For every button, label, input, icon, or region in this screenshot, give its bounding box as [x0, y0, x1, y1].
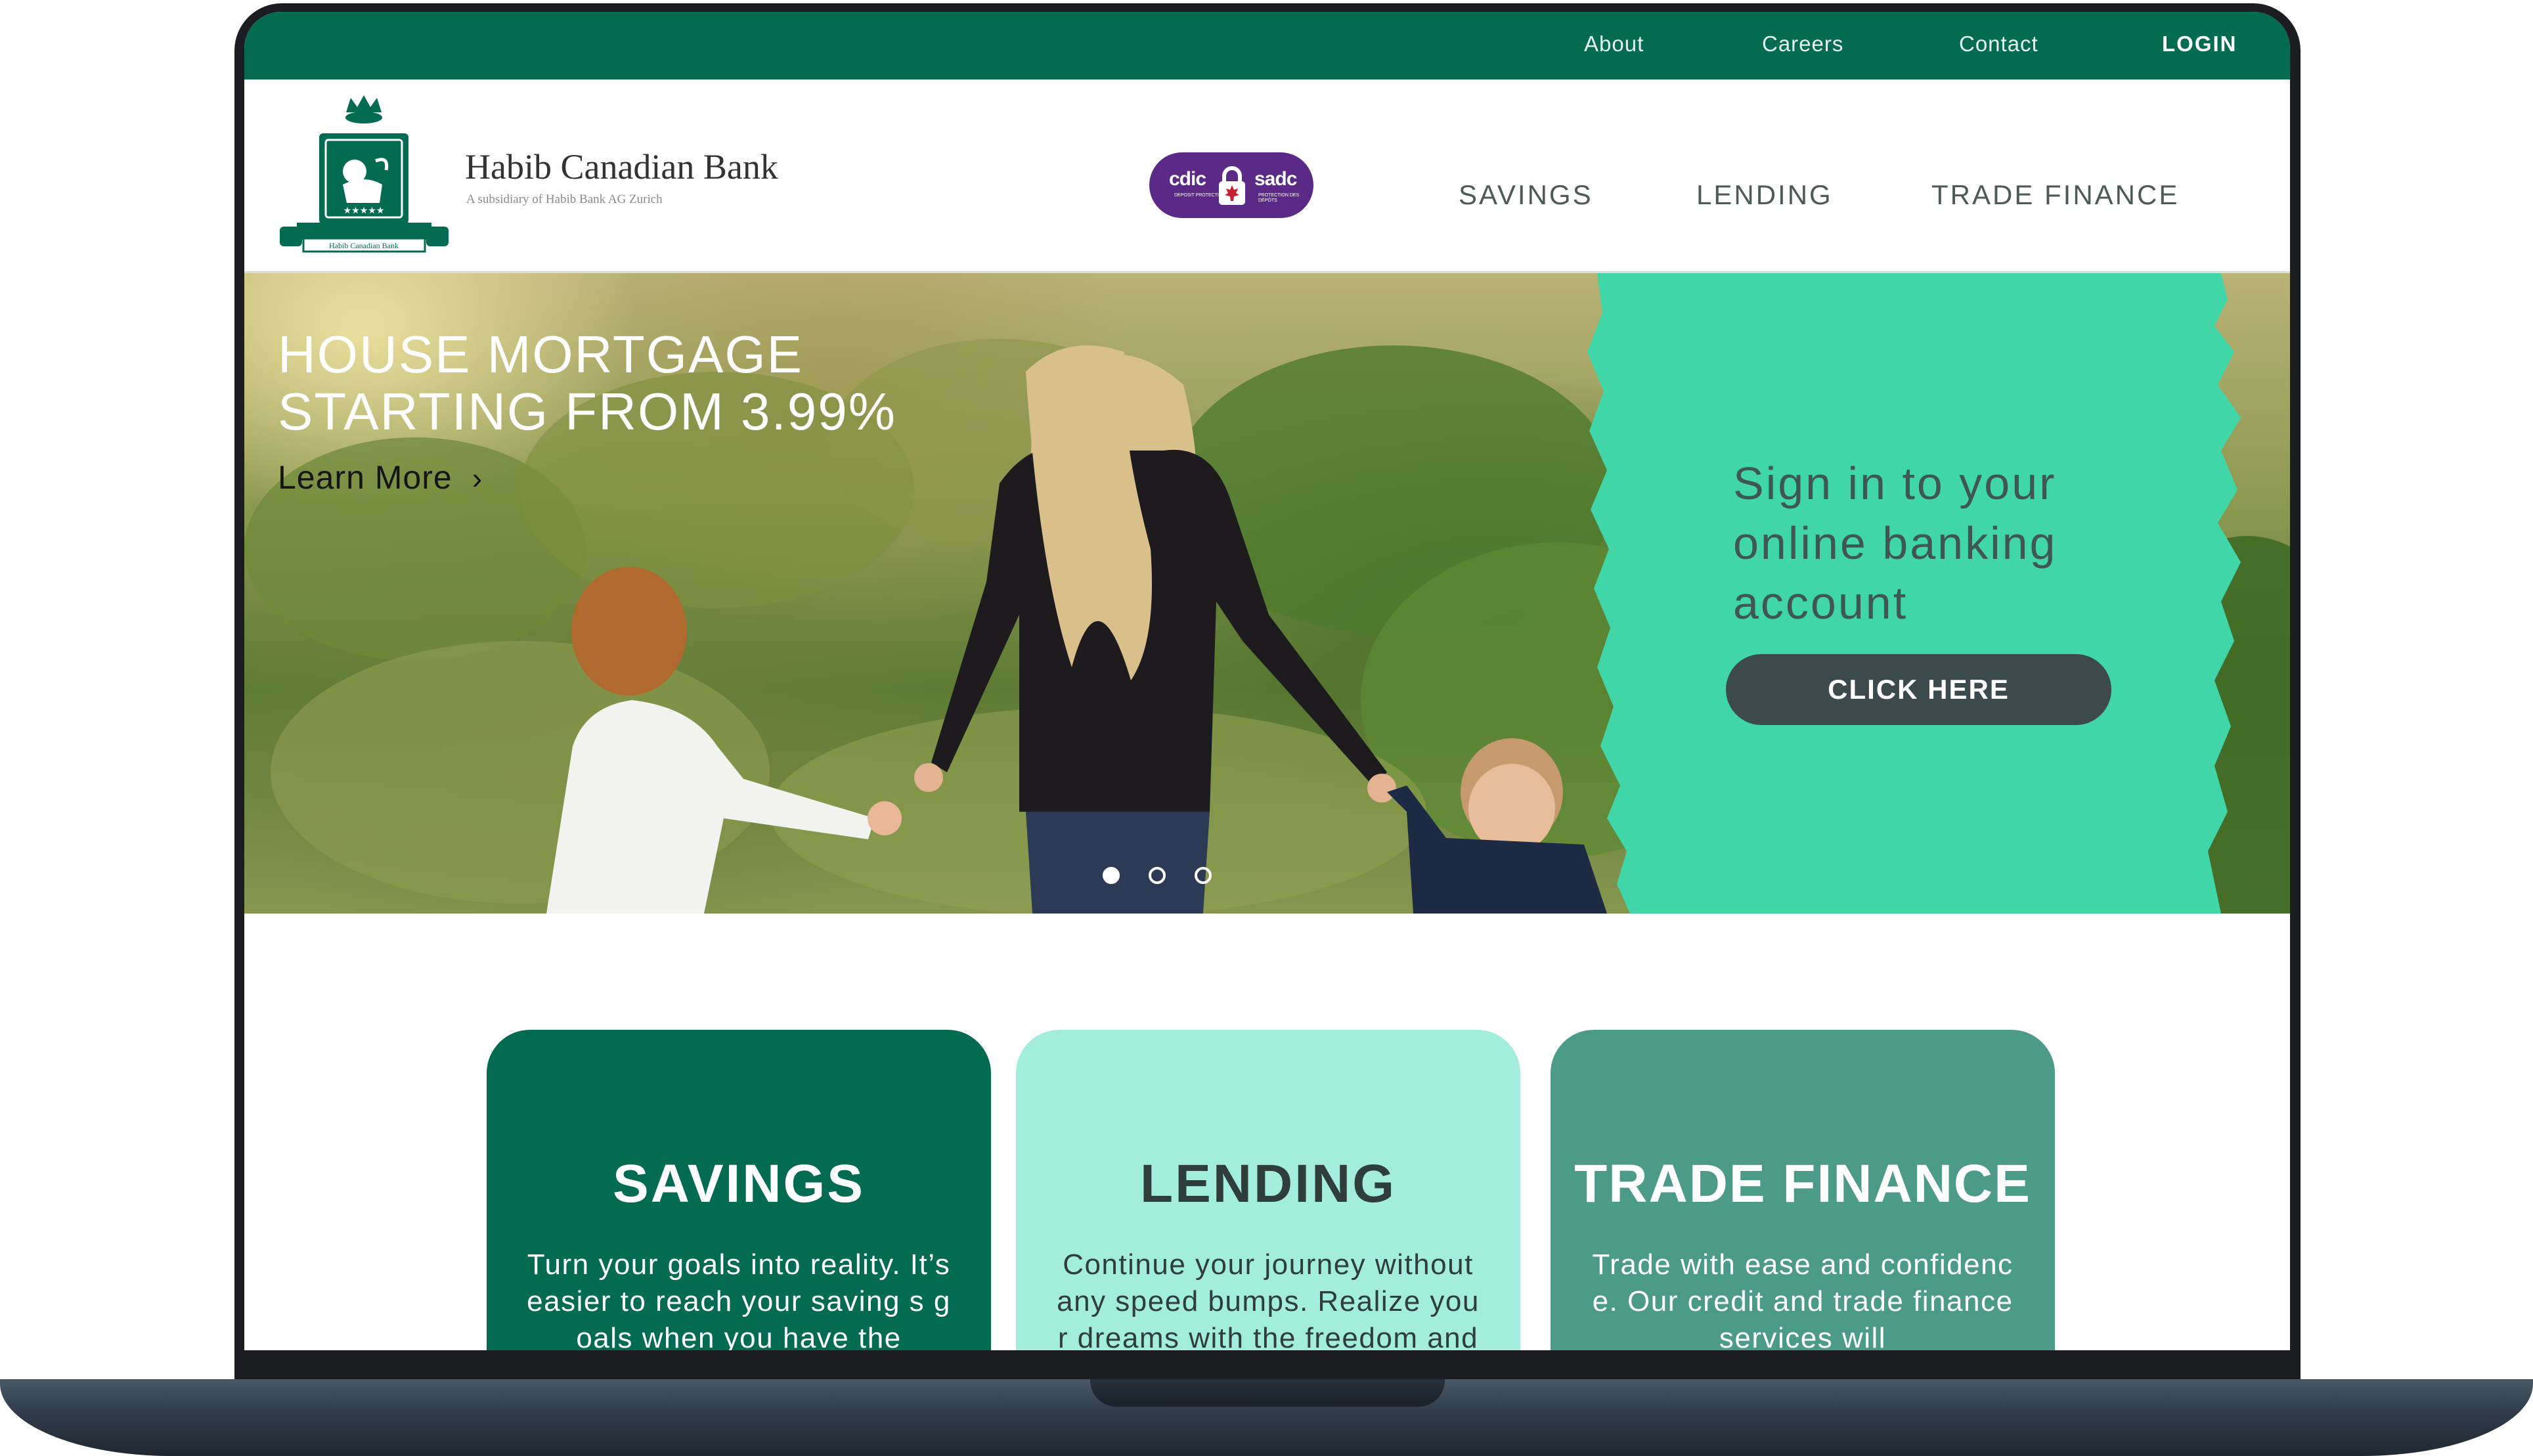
learn-more-link[interactable]: Learn More › [278, 458, 483, 496]
click-here-button[interactable]: CLICK HERE [1726, 654, 2111, 725]
card-trade-finance-title: TRADE FINANCE [1574, 1154, 2031, 1214]
topbar-link-contact[interactable]: Contact [1959, 32, 2038, 56]
carousel-dot-1[interactable] [1103, 867, 1120, 884]
maple-leaf-lock-icon [1219, 166, 1245, 205]
promo-line-1: HOUSE MORTGAGE [278, 325, 803, 384]
laptop-notch [1090, 1379, 1445, 1407]
topbar-link-careers[interactable]: Careers [1762, 32, 1843, 56]
site-header: ★★★★★ Habib Canadian Bank Habib Canadian… [244, 79, 2290, 273]
promo-line-2: STARTING FROM 3.99% [278, 382, 896, 441]
promo-title: HOUSE MORTGAGE STARTING FROM 3.99% [278, 326, 1000, 440]
carousel-dots [1103, 867, 1212, 887]
utility-bar: About Careers Contact LOGIN [244, 12, 2290, 79]
brand-tagline: A subsidiary of Habib Bank AG Zurich [466, 192, 663, 206]
hero-banner: HOUSE MORTGAGE STARTING FROM 3.99% Learn… [244, 273, 2290, 914]
emblem-text: Habib Canadian Bank [329, 241, 399, 250]
badge-right-word: sadc [1254, 168, 1297, 190]
svg-text:★★★★★: ★★★★★ [343, 206, 385, 216]
login-link[interactable]: LOGIN [2162, 32, 2237, 56]
card-savings-text: Turn your goals into reality. It’s easie… [527, 1248, 951, 1350]
nav-item-lending[interactable]: LENDING [1696, 179, 1833, 211]
lion-crest-icon[interactable]: ★★★★★ Habib Canadian Bank [277, 93, 451, 257]
badge-right-caption: PROTECTION DES DÉPÔTS [1258, 193, 1300, 203]
badge-left-word: cdic [1169, 168, 1206, 190]
badge-left-caption: DEPOSIT PROTECTION [1174, 193, 1226, 198]
signin-prompt: Sign in to your online banking account [1733, 458, 2058, 629]
browser-screen: About Careers Contact LOGIN ★★★★★ Habib … [244, 12, 2290, 1350]
card-savings-title: SAVINGS [613, 1154, 865, 1214]
card-lending-text: Continue your journey without any speed … [1057, 1248, 1480, 1350]
carousel-dot-3[interactable] [1195, 867, 1212, 884]
cdic-badge[interactable]: cdic sadc DEPOSIT PROTECTION PROTECTION … [1149, 152, 1313, 218]
carousel-dot-2[interactable] [1149, 867, 1166, 884]
brand-name[interactable]: Habib Canadian Bank [465, 146, 778, 187]
nav-item-savings[interactable]: SAVINGS [1459, 179, 1593, 211]
chevron-right-icon: › [472, 461, 483, 495]
learn-more-label: Learn More [278, 459, 452, 496]
card-trade-finance-text: Trade with ease and confidence. Our cred… [1592, 1248, 2014, 1350]
topbar-link-about[interactable]: About [1584, 32, 1644, 56]
card-trade-finance[interactable]: TRADE FINANCE Trade with ease and confid… [1551, 1030, 2055, 1350]
card-savings[interactable]: SAVINGS Turn your goals into reality. It… [487, 1030, 991, 1350]
nav-item-trade-finance[interactable]: TRADE FINANCE [1931, 179, 2179, 211]
card-lending-title: LENDING [1140, 1154, 1396, 1214]
card-lending[interactable]: LENDING Continue your journey without an… [1016, 1030, 1520, 1350]
